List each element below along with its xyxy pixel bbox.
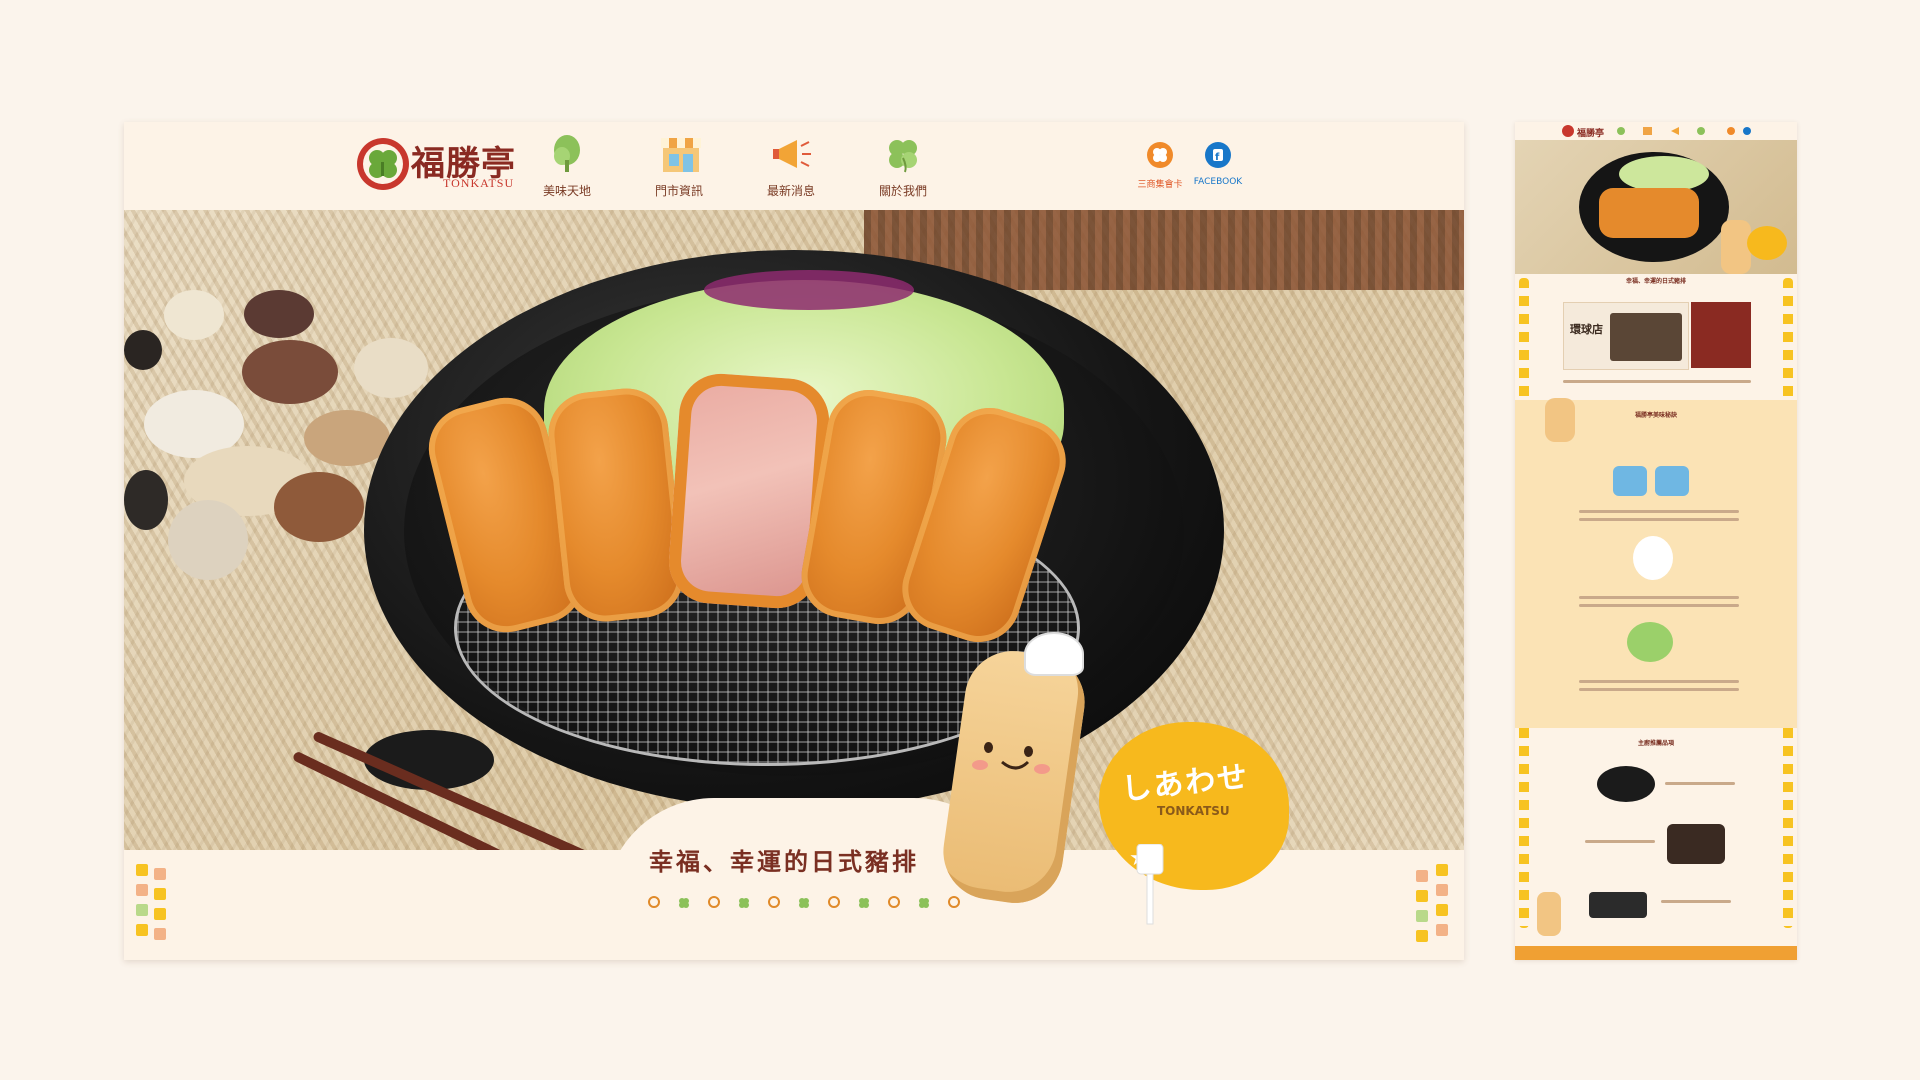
pebble <box>304 410 390 466</box>
desktop-homepage-mockup: 福勝亭 TONKATSU 美味天地 門市資訊 最新消息 關於我們 三商集會卡 f… <box>124 122 1464 960</box>
preview-text-line <box>1579 518 1739 521</box>
pebble <box>274 472 364 542</box>
preview-text-line <box>1563 380 1751 383</box>
nav-item-label: 最新消息 <box>766 184 815 198</box>
preview-store-sign: 環球店 <box>1570 323 1603 336</box>
pebble <box>168 500 248 580</box>
spatula-icon <box>1136 844 1164 925</box>
preview-text-line <box>1579 688 1739 691</box>
pebble <box>124 330 162 370</box>
menu-thumb-fish <box>1589 892 1647 918</box>
preview-nav: 福勝亭 <box>1515 122 1797 140</box>
decorative-square <box>1416 910 1428 922</box>
ice-cube-mascot <box>1613 466 1647 496</box>
chef-hat-icon <box>1024 632 1084 676</box>
nav-item-label: 關於我們 <box>878 184 927 198</box>
full-page-preview: 福勝亭 幸福、幸運的日式豬排 環球店 福勝亭美味秘訣 主廚推薦品項 <box>1515 122 1797 960</box>
red-cabbage <box>704 270 914 310</box>
nav-item-label: 門市資訊 <box>654 184 703 198</box>
preview-footer <box>1515 946 1797 960</box>
decorative-dots <box>648 896 960 910</box>
menu-thumb-hotpot <box>1667 824 1725 864</box>
decorative-square <box>136 864 148 876</box>
clover-logo-icon <box>1562 125 1574 137</box>
decorative-square <box>1436 864 1448 876</box>
hero-tagline: 幸福、幸運的日式豬排 <box>649 847 919 876</box>
decorative-square <box>154 928 166 940</box>
decorative-square <box>136 904 148 916</box>
decorative-square <box>154 908 166 920</box>
decorative-square <box>1436 904 1448 916</box>
clover-badge-icon <box>1147 142 1173 168</box>
preview-promo-card <box>1691 302 1751 368</box>
preview-menu-title: 主廚推薦品項 <box>1637 740 1674 747</box>
brand-subtitle: TONKATSU <box>443 176 515 190</box>
preview-text-line <box>1579 680 1739 683</box>
storefront-icon <box>659 134 701 174</box>
bubble-english: TONKATSU <box>1157 804 1230 818</box>
bubble-kana: しあわせ <box>1119 759 1251 808</box>
preview-section-title: 幸福、幸運的日式豬排 <box>1625 278 1686 285</box>
ice-cube-mascot <box>1655 466 1689 496</box>
decorative-square <box>154 888 166 900</box>
decorative-square <box>136 924 148 936</box>
decorative-square <box>1416 870 1428 882</box>
tree-icon <box>547 134 587 174</box>
facebook-label: FACEBOOK <box>1193 177 1243 187</box>
preview-logo: 福勝亭 <box>1577 129 1605 139</box>
svg-text:f: f <box>1215 152 1220 163</box>
pebble <box>354 338 428 398</box>
nav-item-label: 美味天地 <box>542 184 591 198</box>
preview-nav-icons <box>1617 127 1751 135</box>
decorative-square <box>154 868 166 880</box>
clover-icon <box>883 134 923 174</box>
pebble <box>164 290 224 340</box>
tonkatsu-mascot <box>937 632 1094 912</box>
decorative-square <box>136 884 148 896</box>
mascot-thumb <box>1537 892 1561 936</box>
top-navigation: 福勝亭 TONKATSU 美味天地 門市資訊 最新消息 關於我們 三商集會卡 f… <box>124 122 1464 210</box>
facebook-link[interactable]: f FACEBOOK <box>1183 142 1253 187</box>
decorative-square <box>1436 884 1448 896</box>
pebble <box>244 290 314 338</box>
nav-item-about[interactable]: 關於我們 <box>858 134 948 204</box>
preview-text-line <box>1585 840 1655 843</box>
pork-cutlet-slice <box>544 384 688 626</box>
mascot-thumb <box>1545 398 1575 442</box>
brand-logo[interactable]: 福勝亭 TONKATSU <box>357 134 519 194</box>
preview-text-line <box>1665 782 1735 785</box>
preview-store-card: 環球店 <box>1563 302 1689 370</box>
pebble <box>242 340 338 404</box>
preview-text-line <box>1579 604 1739 607</box>
nav-item-news[interactable]: 最新消息 <box>746 134 836 204</box>
preview-text-line <box>1579 510 1739 513</box>
nav-item-menu[interactable]: 美味天地 <box>522 134 612 204</box>
megaphone-icon <box>771 134 811 174</box>
decorative-square <box>1416 930 1428 942</box>
pebble <box>124 470 168 530</box>
preview-hero <box>1515 140 1797 274</box>
nav-item-stores[interactable]: 門市資訊 <box>634 134 724 204</box>
preview-secret-band: 福勝亭美味秘訣 <box>1515 398 1797 728</box>
preview-text-line <box>1579 596 1739 599</box>
preview-text-line <box>1661 900 1731 903</box>
menu-thumb-plate <box>1597 766 1655 802</box>
cabbage-mascot <box>1627 622 1673 662</box>
egg-mascot <box>1633 536 1673 580</box>
clover-logo-icon <box>357 138 409 190</box>
decorative-square <box>1436 924 1448 936</box>
decorative-square <box>1416 890 1428 902</box>
facebook-icon: f <box>1205 142 1231 168</box>
